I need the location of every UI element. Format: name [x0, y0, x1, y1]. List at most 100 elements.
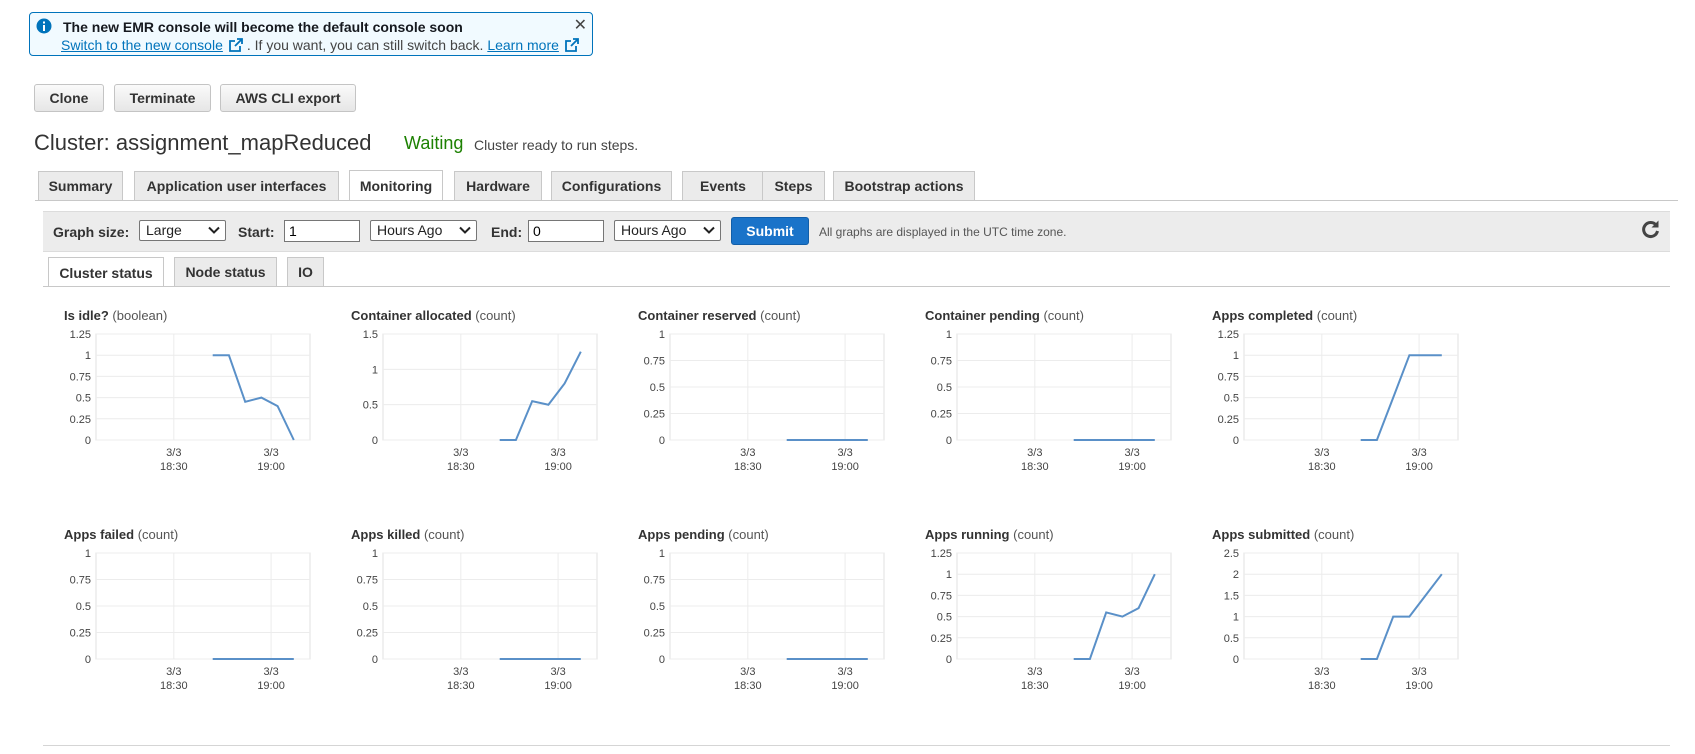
x-tick-date: 3/3 — [1314, 666, 1329, 678]
aws-cli-export-button[interactable]: AWS CLI export — [220, 84, 356, 112]
y-tick-label: 0.5 — [650, 382, 665, 394]
y-tick-label: 0 — [659, 435, 665, 447]
clone-button[interactable]: Clone — [34, 84, 104, 112]
chart-svg: 1 0.75 0.5 0.25 0 3/3 18:30 3/3 19:00 — [357, 548, 598, 692]
y-tick-label: 0 — [85, 654, 91, 666]
chart-unit: (boolean) — [112, 308, 168, 323]
y-tick-label: 1 — [372, 364, 378, 376]
end-label: End: — [491, 224, 523, 240]
tab-events[interactable]: Events — [682, 171, 764, 200]
x-tick-time: 18:30 — [734, 680, 762, 692]
plot-area — [1243, 552, 1459, 660]
chart-title: Apps killed (count) — [351, 527, 464, 542]
subtab-cluster-status[interactable]: Cluster status — [48, 257, 164, 287]
x-tick-time: 19:00 — [1405, 680, 1433, 692]
graph-toolbar: Graph size: Large Start: Hours Ago End: … — [43, 211, 1670, 252]
tab-configurations[interactable]: Configurations — [551, 171, 672, 200]
chart-svg: 1 0.75 0.5 0.25 0 3/3 18:30 3/3 19:00 — [644, 548, 885, 692]
x-tick-time: 19:00 — [544, 461, 572, 473]
external-link-icon[interactable] — [228, 38, 243, 52]
y-tick-label: 1 — [659, 548, 665, 560]
chart-svg: 1 0.75 0.5 0.25 0 3/3 18:30 3/3 19:00 — [70, 548, 311, 692]
cluster-title: Cluster: assignment_mapReduced — [34, 130, 372, 155]
x-tick-time: 19:00 — [257, 680, 285, 692]
tab-application-user-interfaces[interactable]: Application user interfaces — [134, 171, 339, 200]
x-tick-date: 3/3 — [1124, 666, 1139, 678]
y-tick-label: 1.25 — [931, 548, 952, 560]
chart-container-allocated: Container allocated (count) 1.5 1 0.5 0 3/3 18… — [351, 308, 621, 498]
tab-steps[interactable]: Steps — [762, 171, 825, 200]
end-input[interactable] — [528, 220, 604, 242]
terminate-button[interactable]: Terminate — [114, 84, 211, 112]
y-tick-label: 0 — [1233, 654, 1239, 666]
chart-title-text: Is idle? — [64, 308, 113, 323]
y-tick-label: 2 — [1233, 569, 1239, 581]
chevron-down-icon — [459, 226, 471, 234]
x-tick-date: 3/3 — [740, 666, 755, 678]
banner-message: Switch to the new console . If you want, … — [61, 37, 583, 53]
chart-svg: 2.5 2 1.5 1 0.5 0 3/3 18:30 3/3 19:00 — [1224, 548, 1459, 692]
start-input[interactable] — [284, 220, 360, 242]
switch-console-link[interactable]: Switch to the new console — [61, 37, 223, 53]
external-link-icon[interactable] — [565, 38, 579, 52]
chart-apps-completed: Apps completed (count) 1.25 1 0.75 0.5 0.25 0 3… — [1212, 308, 1482, 498]
chart-container-reserved: Container reserved (count) 1 0.75 0.5 0.25 0 3… — [638, 308, 908, 498]
tab-bootstrap-actions[interactable]: Bootstrap actions — [833, 171, 975, 200]
y-tick-label: 1.5 — [363, 329, 378, 341]
y-tick-label: 1 — [946, 329, 952, 341]
y-tick-label: 0.75 — [931, 356, 952, 368]
graph-size-select[interactable]: Large — [139, 220, 226, 241]
y-tick-label: 0 — [946, 654, 952, 666]
chart-title-text: Apps pending — [638, 527, 729, 542]
subtabs-divider — [43, 286, 1670, 287]
x-tick-time: 18:30 — [734, 461, 762, 473]
refresh-icon[interactable] — [1639, 218, 1661, 240]
x-tick-date: 3/3 — [1411, 447, 1426, 459]
tab-monitoring[interactable]: Monitoring — [349, 170, 443, 201]
subtab-node-status[interactable]: Node status — [174, 257, 277, 286]
y-tick-label: 0 — [85, 435, 91, 447]
y-tick-label: 0 — [1233, 435, 1239, 447]
chart-title: Apps failed (count) — [64, 527, 178, 542]
submit-button[interactable]: Submit — [731, 217, 809, 245]
y-tick-label: 1 — [85, 350, 91, 362]
learn-more-link[interactable]: Learn more — [487, 37, 559, 53]
chart-is-idle: Is idle? (boolean) 1.25 1 0.75 0.5 0.25 0 3/3 18… — [64, 308, 334, 498]
x-tick-date: 3/3 — [837, 666, 852, 678]
y-tick-label: 1.25 — [70, 329, 91, 341]
tab-summary[interactable]: Summary — [38, 171, 123, 200]
y-tick-label: 0.25 — [931, 409, 952, 421]
y-tick-label: 1 — [659, 329, 665, 341]
page-divider — [43, 745, 1670, 746]
chart-title: Apps completed (count) — [1212, 308, 1357, 323]
plot-area — [1243, 333, 1459, 441]
close-icon[interactable]: ✕ — [574, 15, 587, 35]
x-tick-date: 3/3 — [550, 666, 565, 678]
x-tick-date: 3/3 — [1027, 666, 1042, 678]
x-tick-date: 3/3 — [263, 666, 278, 678]
chart-title-text: Apps submitted — [1212, 527, 1314, 542]
chart-svg: 1.25 1 0.75 0.5 0.25 0 3/3 18:30 3/3 19:00 — [70, 329, 311, 473]
x-tick-time: 18:30 — [1308, 461, 1336, 473]
chart-title-text: Apps failed — [64, 527, 138, 542]
chart-unit: (count) — [1043, 308, 1084, 323]
end-unit-select[interactable]: Hours Ago — [614, 220, 721, 241]
x-tick-time: 19:00 — [831, 461, 859, 473]
y-tick-label: 1 — [946, 569, 952, 581]
y-tick-label: 0 — [659, 654, 665, 666]
timezone-note: All graphs are displayed in the UTC time… — [819, 225, 1067, 239]
y-tick-label: 0.5 — [1224, 393, 1239, 405]
subtab-io[interactable]: IO — [287, 257, 324, 286]
y-tick-label: 0.5 — [1224, 633, 1239, 645]
y-tick-label: 1 — [1233, 612, 1239, 624]
x-tick-time: 18:30 — [447, 680, 475, 692]
chart-title-text: Container allocated — [351, 308, 476, 323]
y-tick-label: 2.5 — [1224, 548, 1239, 560]
x-tick-time: 19:00 — [257, 461, 285, 473]
start-unit-select[interactable]: Hours Ago — [370, 220, 477, 241]
chart-apps-running: Apps running (count) 1.25 1 0.75 0.5 0.25 0 3/3… — [925, 527, 1195, 717]
y-tick-label: 0.25 — [1218, 414, 1239, 426]
y-tick-label: 1 — [85, 548, 91, 560]
x-tick-time: 19:00 — [1118, 461, 1146, 473]
tab-hardware[interactable]: Hardware — [454, 171, 542, 200]
